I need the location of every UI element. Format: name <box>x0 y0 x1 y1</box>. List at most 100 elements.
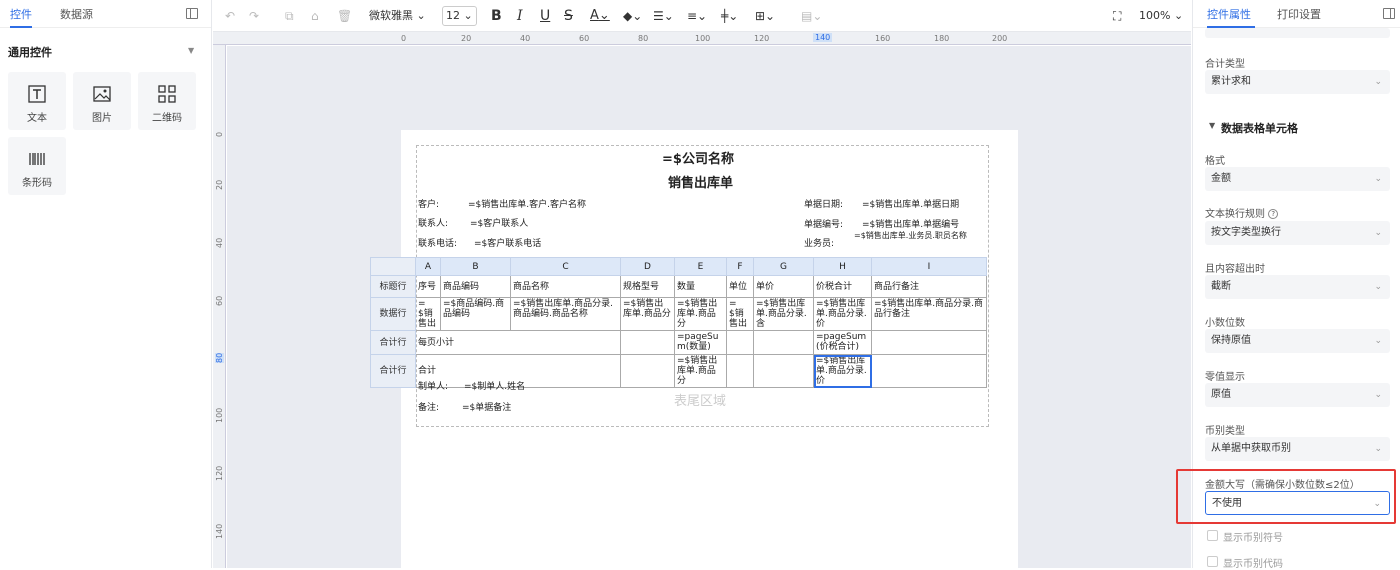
align-horizontal-icon[interactable]: ≡⌄ <box>687 7 707 25</box>
zoom-select[interactable]: 100% ⌄ <box>1139 7 1183 25</box>
number-label[interactable]: 单据编号: <box>804 217 843 230</box>
table-cell[interactable]: =$销售出库单.商品分录.商品行备注 <box>871 297 987 331</box>
table-cell[interactable]: =$销售出库单.商品分录.价 <box>813 297 872 331</box>
show-symbol-checkbox[interactable] <box>1207 530 1218 541</box>
table-cell[interactable]: =$商品编码.商品编码 <box>440 297 511 331</box>
table-cell[interactable] <box>726 354 754 388</box>
column-header[interactable]: E <box>674 257 727 276</box>
table-cell[interactable]: =$销售出库单.商品分 <box>674 297 727 331</box>
contact-value[interactable]: =$客户联系人 <box>470 216 528 229</box>
customer-value[interactable]: =$销售出库单.客户.客户名称 <box>468 197 586 210</box>
table-cell[interactable]: 商品名称 <box>510 275 621 298</box>
row-header[interactable]: 数据行 <box>370 297 416 331</box>
row-header[interactable]: 合计行 <box>370 330 416 355</box>
table-cell[interactable]: =pageSum(数量) <box>674 330 727 355</box>
control-barcode[interactable]: 条形码 <box>8 137 66 195</box>
column-header[interactable]: I <box>871 257 987 276</box>
help-icon[interactable]: ? <box>1268 209 1279 219</box>
table-cell[interactable]: =$销售出库单.商品分 <box>620 297 675 331</box>
table-cell[interactable]: =$销售出 <box>415 297 441 331</box>
underline-button[interactable]: U <box>540 7 550 25</box>
wrap-select[interactable]: 按文字类型换行 ⌄ <box>1205 221 1390 245</box>
align-vertical-icon[interactable]: ╪⌄ <box>721 7 738 25</box>
staff-label[interactable]: 业务员: <box>804 236 834 249</box>
table-cell[interactable]: =$销售出库单.商品分录.商品编码.商品名称 <box>510 297 621 331</box>
collapse-panel-icon[interactable] <box>1383 8 1395 19</box>
control-qrcode[interactable]: 二维码 <box>138 72 196 130</box>
data-table[interactable]: A B C D E F G H I 标题行 序号 商品编码 商品名称 规格型号 … <box>370 257 987 388</box>
date-label[interactable]: 单据日期: <box>804 197 843 210</box>
show-code-checkbox[interactable] <box>1207 556 1218 567</box>
zero-select[interactable]: 原值 ⌄ <box>1205 383 1390 407</box>
control-text[interactable]: 文本 <box>8 72 66 130</box>
table-cell[interactable]: 单价 <box>753 275 814 298</box>
table-cell[interactable]: 规格型号 <box>620 275 675 298</box>
maker-value[interactable]: =$制单人.姓名 <box>464 379 525 392</box>
strikethrough-button[interactable]: S <box>564 7 573 25</box>
table-cell[interactable] <box>726 330 754 355</box>
column-header[interactable]: B <box>440 257 511 276</box>
font-family-select[interactable]: 微软雅黑 ⌄ <box>369 7 426 25</box>
overflow-select[interactable]: 截断 ⌄ <box>1205 275 1390 299</box>
decimal-select[interactable]: 保持原值 ⌄ <box>1205 329 1390 353</box>
table-cell[interactable]: 每页小计 <box>415 330 621 355</box>
table-cell[interactable]: 序号 <box>415 275 441 298</box>
table-cell[interactable]: 数量 <box>674 275 727 298</box>
collapse-caret-icon[interactable]: ▼ <box>188 46 194 55</box>
section-caret-icon[interactable]: ▼ <box>1209 121 1215 130</box>
tab-control-properties[interactable]: 控件属性 <box>1207 6 1251 22</box>
table-cell[interactable] <box>871 330 987 355</box>
format-select[interactable]: 金额 ⌄ <box>1205 167 1390 191</box>
report-title[interactable]: 销售出库单 <box>668 172 733 191</box>
table-cell[interactable] <box>871 354 987 388</box>
row-header[interactable]: 标题行 <box>370 275 416 298</box>
contact-label[interactable]: 联系人: <box>418 216 448 229</box>
company-name[interactable]: =$公司名称 <box>662 148 734 167</box>
column-header[interactable]: F <box>726 257 754 276</box>
undo-icon[interactable]: ↶ <box>225 7 235 25</box>
font-color-button[interactable]: A⌄ <box>590 7 610 25</box>
number-value[interactable]: =$销售出库单.单据编号 <box>862 217 959 230</box>
line-height-icon[interactable]: ☰⌄ <box>653 7 674 25</box>
column-header[interactable]: A <box>415 257 441 276</box>
staff-value[interactable]: =$销售出库单.业务员.职员名称 <box>854 231 986 240</box>
sum-type-select[interactable]: 累计求和 ⌄ <box>1205 70 1390 94</box>
column-header[interactable]: D <box>620 257 675 276</box>
table-cell[interactable]: 单位 <box>726 275 754 298</box>
table-cell[interactable] <box>620 330 675 355</box>
delete-icon[interactable]: 🗑 <box>337 7 352 25</box>
table-cell[interactable]: =$销售出 <box>726 297 754 331</box>
selected-table-cell[interactable]: =$销售出库单.商品分录.价 <box>813 354 872 388</box>
format-painter-icon[interactable]: ⌂ <box>311 7 319 25</box>
layout-icon[interactable]: ▤⌄ <box>801 7 822 25</box>
customer-label[interactable]: 客户: <box>418 197 439 210</box>
remark-label[interactable]: 备注: <box>418 400 439 413</box>
table-cell[interactable]: 价税合计 <box>813 275 872 298</box>
table-cell[interactable] <box>753 354 814 388</box>
border-icon[interactable]: ⊞⌄ <box>755 7 775 25</box>
remark-value[interactable]: =$单据备注 <box>462 400 511 413</box>
bold-button[interactable]: B <box>491 7 502 25</box>
copy-icon[interactable]: ⧉ <box>285 7 294 25</box>
column-header[interactable]: G <box>753 257 814 276</box>
column-header[interactable]: H <box>813 257 872 276</box>
collapse-panel-icon[interactable] <box>186 8 198 19</box>
phone-value[interactable]: =$客户联系电话 <box>474 236 541 249</box>
fit-screen-icon[interactable]: ⛶ <box>1113 7 1121 25</box>
row-header[interactable]: 合计行 <box>370 354 416 388</box>
table-cell[interactable]: 商品编码 <box>440 275 511 298</box>
control-image[interactable]: 图片 <box>73 72 131 130</box>
tab-print-settings[interactable]: 打印设置 <box>1277 6 1321 22</box>
clipped-field[interactable] <box>1205 28 1390 38</box>
phone-label[interactable]: 联系电话: <box>418 236 457 249</box>
tab-controls[interactable]: 控件 <box>10 6 32 28</box>
redo-icon[interactable]: ↷ <box>249 7 259 25</box>
table-cell[interactable] <box>620 354 675 388</box>
tab-datasource[interactable]: 数据源 <box>60 6 93 22</box>
table-cell[interactable]: 商品行备注 <box>871 275 987 298</box>
table-cell[interactable]: =$销售出库单.商品分 <box>674 354 727 388</box>
table-cell[interactable]: =$销售出库单.商品分录.含 <box>753 297 814 331</box>
date-value[interactable]: =$销售出库单.单据日期 <box>862 197 959 210</box>
maker-label[interactable]: 制单人: <box>418 379 448 392</box>
font-size-select[interactable]: 12 ⌄ <box>442 6 477 26</box>
